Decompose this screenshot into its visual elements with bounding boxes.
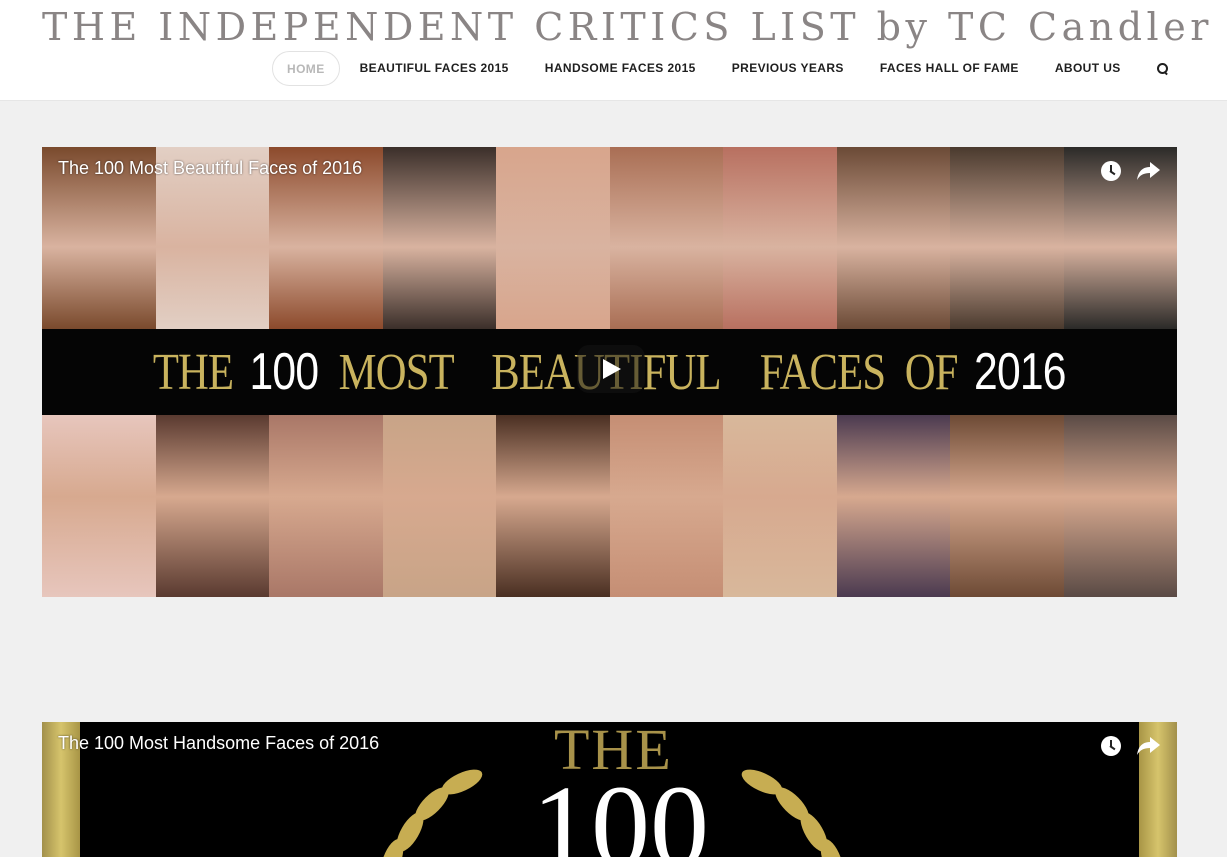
nav-item-beautiful-faces-2015[interactable]: BEAUTIFUL FACES 2015 bbox=[360, 51, 509, 86]
video-embed-beautiful-faces[interactable]: THE 100 MOST BEAUTIFUL FACES OF 2016 The… bbox=[42, 147, 1177, 597]
banner-word: FACES bbox=[759, 343, 886, 401]
face-tile bbox=[950, 415, 1064, 597]
face-tile bbox=[723, 415, 837, 597]
face-tile bbox=[609, 415, 723, 597]
nav-item-previous-years[interactable]: PREVIOUS YEARS bbox=[732, 51, 844, 86]
face-tile bbox=[609, 147, 723, 329]
video-title[interactable]: The 100 Most Beautiful Faces of 2016 bbox=[58, 158, 362, 179]
nav-item-handsome-faces-2015[interactable]: HANDSOME FACES 2015 bbox=[545, 51, 696, 86]
video-embed-handsome-faces[interactable]: THE 100 The 100 Most Handsome Faces of 2… bbox=[42, 722, 1177, 857]
face-tile bbox=[42, 415, 156, 597]
face-tile bbox=[269, 415, 383, 597]
banner-word: 100 bbox=[249, 343, 319, 401]
face-tile bbox=[950, 147, 1064, 329]
face-tile bbox=[496, 147, 610, 329]
face-tile bbox=[836, 415, 950, 597]
banner-word: OF bbox=[904, 343, 959, 401]
share-icon[interactable] bbox=[1135, 159, 1161, 183]
face-tile bbox=[496, 415, 610, 597]
face-tile bbox=[836, 147, 950, 329]
face-tile bbox=[723, 147, 837, 329]
share-icon[interactable] bbox=[1135, 734, 1161, 758]
poster-number: 100 bbox=[532, 761, 709, 857]
laurel-icon bbox=[741, 769, 844, 857]
nav-item-about-us[interactable]: ABOUT US bbox=[1055, 51, 1121, 86]
site-title[interactable]: THE INDEPENDENT CRITICS LIST by TC Candl… bbox=[42, 4, 1213, 50]
laurel-icon bbox=[380, 769, 483, 857]
play-icon[interactable] bbox=[577, 345, 645, 393]
banner-word: THE bbox=[152, 343, 234, 401]
thumbnail-row-bottom bbox=[42, 415, 1177, 597]
banner-word: 2016 bbox=[973, 343, 1066, 401]
face-tile bbox=[155, 415, 269, 597]
main-nav: HOME BEAUTIFUL FACES 2015 HANDSOME FACES… bbox=[272, 51, 1169, 86]
clock-icon[interactable] bbox=[1101, 161, 1121, 181]
site-header: THE INDEPENDENT CRITICS LIST by TC Candl… bbox=[0, 0, 1227, 101]
clock-icon[interactable] bbox=[1101, 736, 1121, 756]
video-title[interactable]: The 100 Most Handsome Faces of 2016 bbox=[58, 733, 379, 754]
face-tile bbox=[382, 147, 496, 329]
face-tile bbox=[1063, 415, 1177, 597]
nav-item-faces-hall-of-fame[interactable]: FACES HALL OF FAME bbox=[880, 51, 1019, 86]
banner-word: MOST bbox=[338, 343, 454, 401]
face-tile bbox=[382, 415, 496, 597]
search-icon[interactable] bbox=[1156, 62, 1169, 75]
nav-item-home[interactable]: HOME bbox=[272, 51, 340, 86]
